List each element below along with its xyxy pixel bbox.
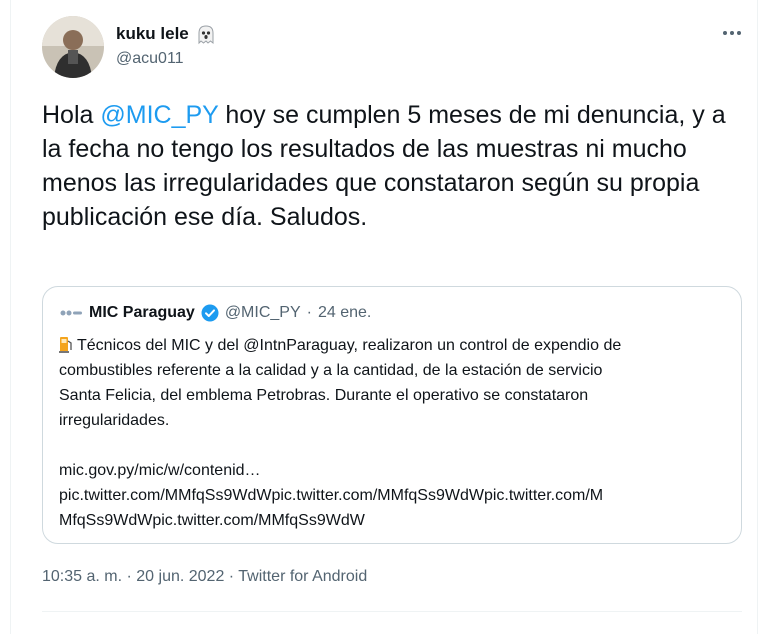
quoted-date[interactable]: 24 ene. (318, 304, 371, 322)
author-handle[interactable]: @acu011 (116, 50, 184, 68)
tweet-text-before: Hola (42, 101, 101, 129)
quoted-pic-link[interactable]: MfqSs9WdWpic.twitter.com/MMfqSs9WdW (59, 508, 731, 533)
tweet-card: kuku lele @acu011 Hola @MIC_PY hoy se cu… (10, 0, 758, 634)
tweet-timestamp[interactable]: 10:35 a. m. · 20 jun. 2022 · Twitter for… (42, 568, 367, 586)
quoted-text-line: combustibles referente a la calidad y a … (59, 362, 603, 379)
quoted-links: mic.gov.py/mic/w/contenid… pic.twitter.c… (59, 458, 731, 533)
dot (737, 31, 741, 35)
author-name[interactable]: kuku lele (116, 24, 189, 44)
ghost-icon (195, 23, 217, 45)
quoted-tweet[interactable]: MIC Paraguay @MIC_PY · 24 ene. Técnicos … (42, 286, 742, 544)
tweet-text: Hola @MIC_PY hoy se cumplen 5 meses de m… (42, 98, 742, 234)
quoted-author-name[interactable]: MIC Paraguay (89, 304, 195, 322)
verified-badge-icon (201, 304, 219, 322)
quoted-text: Técnicos del MIC y del @IntnParaguay, re… (77, 337, 622, 354)
more-options-icon[interactable] (717, 22, 747, 44)
fuel-pump-icon (59, 335, 73, 353)
mic-logo-icon (59, 305, 83, 321)
quoted-tweet-body: Técnicos del MIC y del @IntnParaguay, re… (59, 333, 731, 533)
quoted-text-line: irregularidades. (59, 412, 170, 429)
dot (730, 31, 734, 35)
quoted-link[interactable]: mic.gov.py/mic/w/contenid… (59, 458, 731, 483)
separator: · (306, 304, 312, 321)
avatar[interactable] (42, 16, 104, 78)
quoted-pic-link[interactable]: pic.twitter.com/MMfqSs9WdWpic.twitter.co… (59, 483, 731, 508)
quoted-tweet-header: MIC Paraguay @MIC_PY · 24 ene. (59, 304, 371, 322)
author-name-row[interactable]: kuku lele (116, 23, 217, 45)
quoted-text-line: Técnicos del MIC y del @IntnParaguay, re… (59, 333, 731, 358)
dot (723, 31, 727, 35)
quoted-text-line: Santa Felicia, del emblema Petrobras. Du… (59, 387, 589, 404)
tweet-mention-link[interactable]: @MIC_PY (100, 101, 218, 129)
divider (42, 611, 742, 612)
quoted-author-handle[interactable]: @MIC_PY (225, 304, 301, 322)
